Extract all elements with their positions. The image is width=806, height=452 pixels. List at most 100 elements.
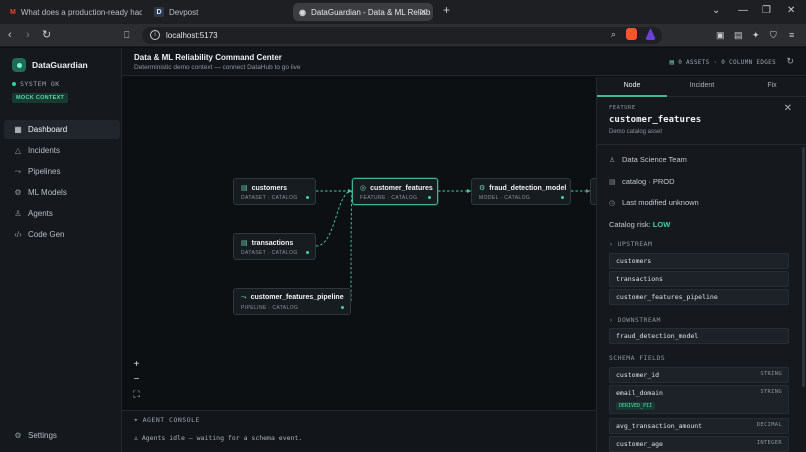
upstream-item[interactable]: customer_features_pipeline — [609, 289, 789, 305]
page-header: Data & ML Reliability Command Center Det… — [122, 48, 806, 76]
node-status-dot — [306, 251, 309, 254]
gear-icon: ⚙ — [14, 431, 22, 440]
schema-field[interactable]: customer_id STRING — [609, 367, 789, 383]
chevron-right-icon: › — [609, 316, 618, 324]
feature-icon: ◎ — [360, 185, 367, 192]
upstream-heading: › UPSTREAM — [609, 240, 653, 248]
table-icon: ▤ — [241, 185, 248, 192]
lineage-edges — [315, 189, 590, 302]
browser-tab-devpost[interactable]: D Devpost — [148, 3, 288, 21]
tab-list-icon[interactable]: ⌄ — [712, 5, 720, 16]
devpost-icon: D — [154, 7, 164, 17]
vpn-icon[interactable]: ⛉ — [770, 29, 777, 41]
graph-node-customers[interactable]: ▤ customers DATASET · CATALOG — [233, 178, 316, 205]
node-status-dot — [561, 196, 564, 199]
edge-transactions-to-features — [315, 190, 353, 247]
refresh-button[interactable]: ↻ — [786, 56, 794, 67]
catalog-risk: Catalog risk: LOW — [609, 220, 671, 229]
sidebar-toggle-icon[interactable]: ▣ — [716, 29, 725, 41]
browser-toolbar: ‹ › ↻ ⎕ i localhost:5173 ⌕ ⇪ ▣ ▤ ✦ ⛉ ≡ — [0, 24, 806, 47]
close-tab-icon[interactable]: ✕ — [419, 7, 427, 18]
pipeline-icon: ⤳ — [14, 166, 22, 176]
zoom-search-icon[interactable]: ⌕ — [611, 29, 616, 40]
agent-icon: ♙ — [134, 434, 142, 442]
back-icon[interactable]: ‹ — [8, 29, 12, 41]
sidebar-item-agents[interactable]: ♙ Agents — [4, 204, 120, 223]
shield-icon — [12, 58, 26, 72]
graph-node-fraud-detection-model[interactable]: ⚙ fraud_detection_model MODEL · CATALOG — [471, 178, 571, 205]
schema-field[interactable]: customer_age INTEGER — [609, 436, 789, 452]
address-bar[interactable]: i localhost:5173 ⌕ ⇪ — [142, 27, 662, 44]
fit-view-button[interactable]: ⛶ — [130, 388, 143, 401]
sidebar-item-ml-models[interactable]: ⚙ ML Models — [4, 183, 120, 202]
asset-description: Demo catalog asset — [609, 129, 663, 135]
sidebar-item-incidents[interactable]: △ Incidents — [4, 141, 120, 160]
tab-fix[interactable]: Fix — [737, 77, 806, 97]
upstream-item[interactable]: customers — [609, 253, 789, 269]
page-subtitle: Deterministic demo context — connect Dat… — [134, 64, 301, 71]
code-icon: ‹/› — [14, 230, 22, 239]
edge-pipeline-to-features — [350, 190, 353, 302]
catalog-stats: ▤ 0 ASSETS · 0 COLUMN EDGES — [669, 58, 776, 66]
minimize-button[interactable]: — — [738, 5, 748, 16]
sidebar-item-code-gen[interactable]: ‹/› Code Gen — [4, 225, 120, 244]
restore-button[interactable]: ❐ — [762, 5, 771, 16]
asset-kind: FEATURE — [609, 105, 636, 111]
clock-icon: ◷ — [609, 199, 616, 207]
downstream-heading: › DOWNSTREAM — [609, 316, 661, 324]
app-logo[interactable]: DataGuardian — [12, 58, 88, 72]
zoom-out-button[interactable]: − — [130, 373, 143, 386]
model-icon: ⚙ — [14, 188, 22, 197]
mock-context-badge: MOCK CONTEXT — [12, 93, 69, 103]
database-icon: ▤ — [609, 178, 616, 186]
asset-owner: ♙ Data Science Team — [609, 155, 687, 164]
reload-icon[interactable]: ↻ — [42, 29, 51, 41]
table-icon: ▤ — [241, 240, 248, 247]
status-dot-icon — [12, 82, 16, 86]
agent-console: ⌖ AGENT CONSOLE ♙ Agents idle — waiting … — [122, 410, 596, 452]
sidebar-item-pipelines[interactable]: ⤳ Pipelines — [4, 162, 120, 181]
bookmark-icon[interactable]: ⎕ — [124, 29, 129, 41]
brave-shields-icon[interactable] — [626, 28, 637, 40]
forward-icon[interactable]: › — [26, 29, 30, 41]
sidebar-item-dashboard[interactable]: ▦ Dashboard — [4, 120, 120, 139]
zoom-in-button[interactable]: + — [130, 358, 143, 371]
gmail-icon: M — [10, 8, 16, 16]
sidebar-item-settings[interactable]: ⚙ Settings — [4, 426, 120, 445]
browser-tab-gmail[interactable]: M What does a production-ready hacka — [4, 3, 142, 21]
system-status: SYSTEM OK — [12, 80, 60, 88]
agent-icon: ♙ — [14, 209, 22, 218]
agent-console-message: ♙ Agents idle — waiting for a schema eve… — [134, 434, 303, 442]
asset-last-modified: ◷ Last modified unknown — [609, 198, 699, 207]
details-panel: Node Incident Fix FEATURE ✕ customer_fea… — [596, 77, 806, 452]
tab-incident[interactable]: Incident — [667, 77, 737, 97]
site-info-icon[interactable]: i — [150, 30, 160, 40]
close-icon[interactable]: ✕ — [784, 103, 792, 114]
asset-environment: ▤ catalog · PROD — [609, 177, 675, 186]
leo-icon[interactable]: ✦ — [752, 29, 760, 41]
node-status-dot — [428, 196, 431, 199]
panel-scrollbar[interactable] — [802, 147, 805, 387]
graph-node-customer-features-pipeline[interactable]: ⤳ customer_features_pipeline PIPELINE · C… — [233, 288, 351, 315]
console-icon: ⌖ — [134, 416, 143, 424]
close-window-button[interactable]: ✕ — [787, 5, 795, 16]
browser-tab-dataguardian[interactable]: ◉ DataGuardian - Data & ML Reliab ✕ — [293, 3, 433, 21]
graph-node-customer-features[interactable]: ◎ customer_features FEATURE · CATALOG — [352, 178, 438, 205]
upstream-item[interactable]: transactions — [609, 271, 789, 287]
model-icon: ⚙ — [479, 185, 486, 192]
lineage-graph-canvas[interactable]: ▤ customers DATASET · CATALOG ▤ transactio… — [122, 77, 596, 410]
menu-icon[interactable]: ≡ — [789, 29, 794, 41]
schema-field[interactable]: avg_transaction_amount DECIMAL — [609, 418, 789, 434]
node-status-dot — [341, 306, 344, 309]
app-name: DataGuardian — [32, 60, 88, 70]
new-tab-button[interactable]: + — [443, 3, 450, 17]
wallet-icon[interactable]: ▤ — [734, 29, 743, 41]
schema-fields-heading: SCHEMA FIELDS — [609, 354, 666, 362]
tab-node[interactable]: Node — [597, 77, 667, 97]
panel-tabs: Node Incident Fix — [597, 77, 806, 97]
pii-badge: DERIVED_PII — [616, 402, 656, 410]
schema-field[interactable]: email_domain STRING DERIVED_PII — [609, 385, 789, 414]
graph-node-transactions[interactable]: ▤ transactions DATASET · CATALOG — [233, 233, 316, 260]
divider — [597, 144, 806, 145]
downstream-item[interactable]: fraud_detection_model — [609, 328, 789, 344]
